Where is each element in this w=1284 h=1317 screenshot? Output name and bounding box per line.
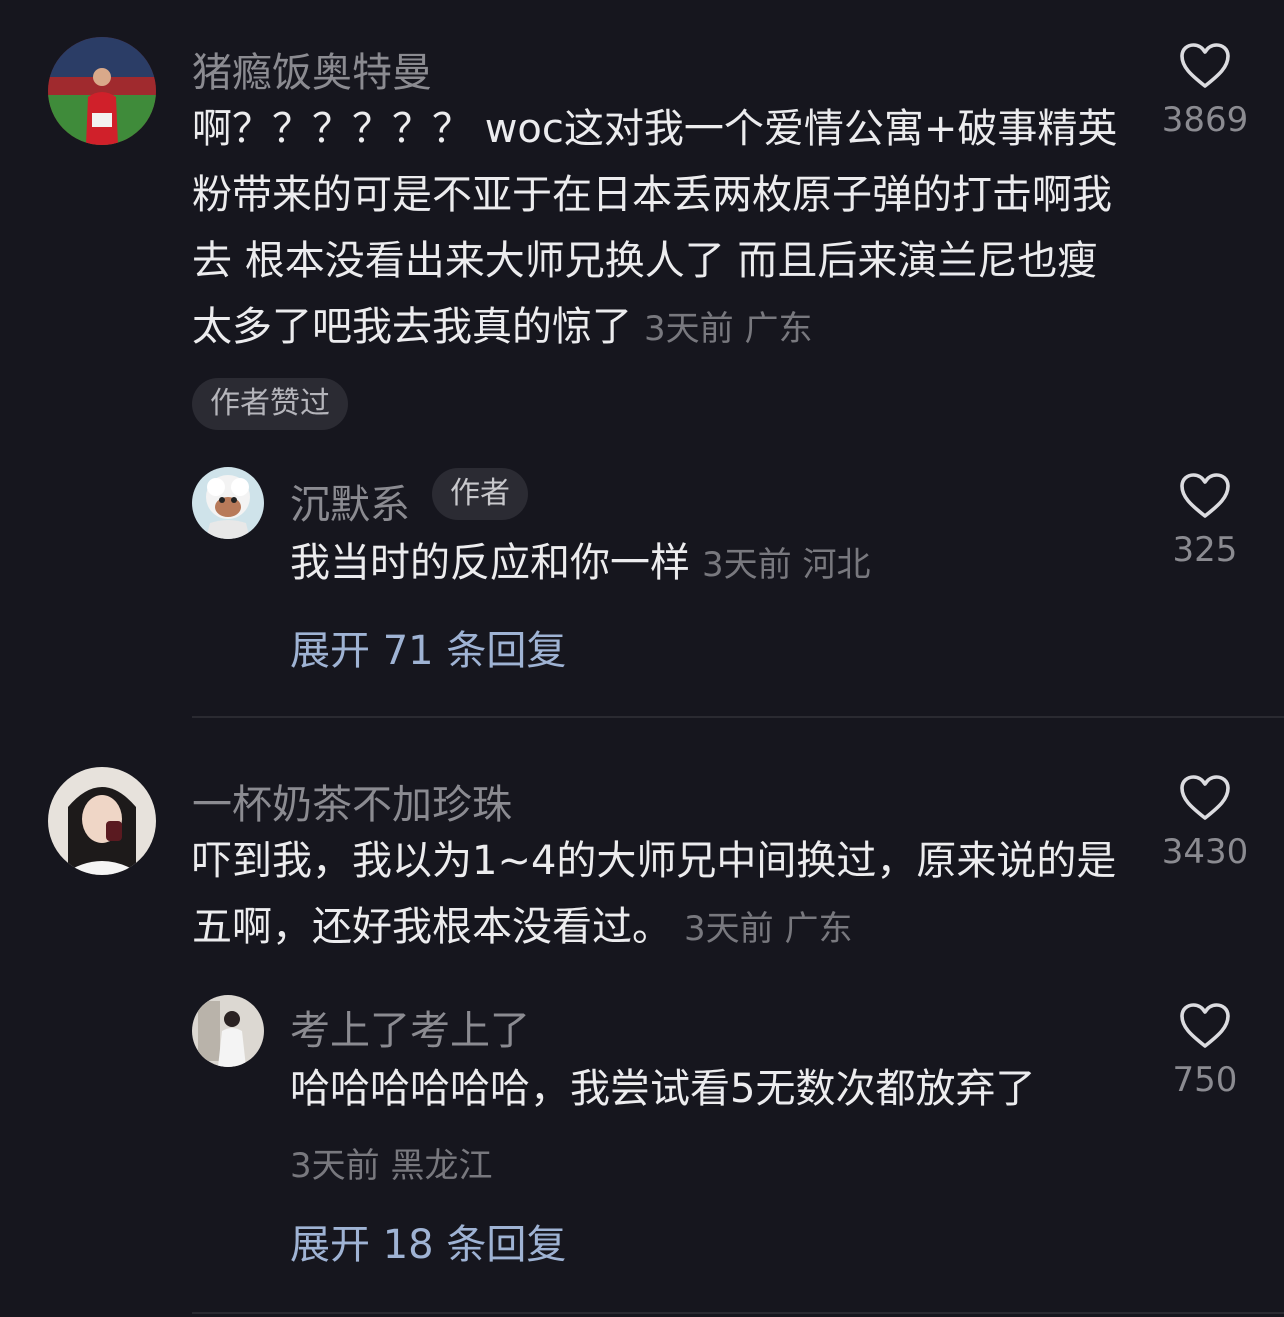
username[interactable]: 猪瘾饭奥特曼 [192, 40, 432, 98]
comment-meta: 3天前 广东 [684, 909, 853, 949]
avatar[interactable] [48, 767, 156, 875]
reply-body: 我当时的反应和你一样 [290, 540, 690, 586]
reply-like-group: 750 [1140, 1002, 1270, 1100]
heart-icon[interactable] [1179, 42, 1231, 90]
like-count: 750 [1172, 1060, 1238, 1100]
like-count: 3430 [1161, 832, 1249, 872]
reply-avatar[interactable] [192, 995, 264, 1067]
reply-avatar[interactable] [192, 467, 264, 539]
comment-text: 啊？？？？？？ woc这对我一个爱情公寓+破事精英粉带来的可是不亚于在日本丢两枚… [192, 96, 1122, 362]
heart-icon[interactable] [1179, 1002, 1231, 1050]
like-count: 3869 [1161, 100, 1249, 140]
comment-text: 吓到我，我以为1~4的大师兄中间换过，原来说的是五啊，还好我根本没看过。 3天前 … [192, 828, 1122, 962]
reply-like-group: 325 [1140, 472, 1270, 570]
divider [192, 716, 1284, 718]
avatar[interactable] [48, 37, 156, 145]
author-tag: 作者 [432, 468, 528, 520]
reply-text: 哈哈哈哈哈哈，我尝试看5无数次都放弃了 [290, 1056, 1120, 1122]
reply-text: 我当时的反应和你一样 3天前 河北 [290, 530, 1090, 598]
reply-username[interactable]: 沉默系 [290, 472, 410, 530]
divider [192, 1312, 1284, 1314]
heart-icon[interactable] [1179, 774, 1231, 822]
like-group: 3869 [1140, 42, 1270, 140]
expand-replies-button[interactable]: 展开 18 条回复 [290, 1212, 566, 1270]
like-count: 325 [1172, 530, 1238, 570]
expand-replies-button[interactable]: 展开 71 条回复 [290, 618, 566, 676]
like-group: 3430 [1140, 774, 1270, 872]
author-liked-badge: 作者赞过 [192, 378, 348, 430]
reply-meta: 3天前 黑龙江 [290, 1146, 493, 1186]
reply-username[interactable]: 考上了考上了 [290, 998, 530, 1056]
username[interactable]: 一杯奶茶不加珍珠 [192, 772, 512, 830]
heart-icon[interactable] [1179, 472, 1231, 520]
comment-meta: 3天前 广东 [644, 309, 813, 349]
comment-body: 吓到我，我以为1~4的大师兄中间换过，原来说的是五啊，还好我根本没看过。 [192, 838, 1117, 950]
reply-meta: 3天前 河北 [702, 545, 871, 585]
reply-body: 哈哈哈哈哈哈，我尝试看5无数次都放弃了 [290, 1066, 1036, 1112]
